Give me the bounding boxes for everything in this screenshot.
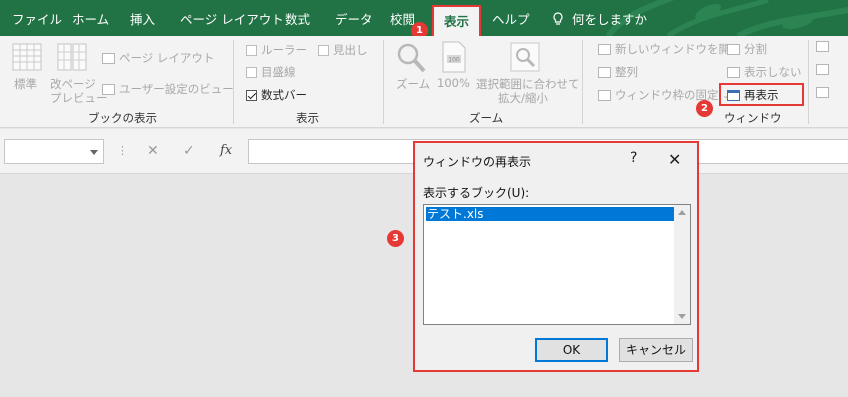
unhide-dialog-highlight: ウィンドウの再表示 ? ✕ 表示するブック(U): テスト.xls OK キャン… [413, 141, 699, 372]
list-item[interactable]: テスト.xls [426, 207, 674, 221]
group-label-window: ウィンドウ [724, 111, 782, 125]
ribbon-view: 標準 改ページ プレビュー ページ レイアウト ユーザー設定のビュー ブックの表… [0, 36, 848, 128]
help-button[interactable]: ? [630, 150, 637, 166]
page-break-preview-icon [57, 43, 87, 71]
split-icon [727, 43, 740, 55]
more-options-icon[interactable]: ⋮ [117, 144, 128, 157]
view-side-by-side-icon[interactable] [816, 41, 829, 52]
group-separator [808, 40, 809, 124]
ok-button[interactable]: OK [535, 338, 608, 362]
custom-views-button[interactable]: ユーザー設定のビュー [102, 81, 234, 97]
tell-me-label: 何をしますか [572, 12, 648, 27]
group-label-book-view: ブックの表示 [88, 111, 157, 125]
page-break-preview-button-line2[interactable]: プレビュー [50, 90, 108, 106]
tab-insert[interactable]: 挿入 [130, 9, 155, 28]
zoom-magnifier-icon [397, 43, 426, 73]
new-window-button[interactable]: 新しいウィンドウを開く [598, 41, 742, 57]
chevron-down-icon[interactable] [90, 150, 98, 155]
workbook-list-label: 表示するブック(U): [423, 186, 530, 200]
unhide-dialog: ウィンドウの再表示 ? ✕ 表示するブック(U): テスト.xls OK キャン… [415, 143, 697, 370]
freeze-panes-icon [598, 89, 611, 101]
step-badge-3: 3 [387, 230, 404, 247]
normal-view-button[interactable]: 標準 [14, 76, 37, 92]
new-window-icon [598, 43, 611, 55]
tab-page-layout[interactable]: ページ レイアウト [180, 9, 284, 28]
svg-text:100: 100 [448, 57, 460, 64]
split-button[interactable]: 分割 [727, 41, 767, 57]
tab-data[interactable]: データ [335, 9, 373, 28]
reset-window-position-icon[interactable] [816, 87, 829, 98]
tab-home[interactable]: ホーム [72, 9, 109, 28]
group-separator [582, 40, 583, 124]
group-separator [233, 40, 234, 124]
group-label-zoom: ズーム [469, 111, 504, 125]
freeze-panes-button[interactable]: ウィンドウ枠の固定 ⌄ [598, 87, 729, 103]
workbook-listbox[interactable]: テスト.xls [423, 204, 691, 325]
headings-checkbox[interactable]: 見出し [318, 42, 368, 58]
group-label-show: 表示 [296, 111, 319, 125]
cancel-formula-icon[interactable]: ✕ [147, 143, 159, 159]
synchronous-scrolling-icon[interactable] [816, 64, 829, 75]
enter-formula-icon[interactable]: ✓ [183, 143, 195, 159]
arrange-all-button[interactable]: 整列 [598, 64, 638, 80]
lightbulb-icon [553, 12, 563, 25]
scroll-down-icon[interactable] [678, 314, 686, 319]
ruler-checkbox[interactable]: ルーラー [246, 42, 307, 58]
step-badge-2: 2 [696, 100, 713, 117]
arrange-icon [598, 66, 611, 78]
normal-view-icon [12, 43, 42, 71]
zoom-to-selection-button-line2[interactable]: 拡大/縮小 [498, 90, 548, 106]
zoom-button[interactable]: ズーム [396, 76, 430, 92]
cancel-button[interactable]: キャンセル [619, 338, 693, 362]
tab-help[interactable]: ヘルプ [492, 9, 530, 28]
listbox-scrollbar[interactable] [674, 205, 690, 324]
zoom-100-icon: 100 [442, 41, 466, 73]
page-layout-icon [102, 52, 115, 64]
zoom-to-selection-icon [510, 42, 540, 72]
unhide-highlight-box [719, 83, 804, 106]
tab-view[interactable]: 表示 [432, 5, 482, 36]
tab-file[interactable]: ファイル [12, 9, 62, 28]
scroll-up-icon[interactable] [678, 210, 686, 215]
page-layout-view-button[interactable]: ページ レイアウト [102, 50, 214, 66]
custom-views-icon [102, 83, 115, 95]
group-separator [383, 40, 384, 124]
zoom-100-button[interactable]: 100% [437, 76, 470, 90]
hide-icon [727, 66, 740, 78]
dialog-title: ウィンドウの再表示 [423, 155, 532, 169]
formula-bar-checkbox[interactable]: 数式バー [246, 87, 307, 103]
hide-window-button[interactable]: 表示しない [727, 64, 802, 80]
gridlines-checkbox[interactable]: 目盛線 [246, 64, 296, 80]
insert-function-icon[interactable]: fx [220, 143, 232, 158]
close-icon[interactable]: ✕ [668, 150, 681, 169]
name-box[interactable] [4, 139, 104, 164]
tell-me-search[interactable]: 何をしますか [552, 9, 647, 28]
tab-formulas[interactable]: 数式 [285, 9, 310, 28]
